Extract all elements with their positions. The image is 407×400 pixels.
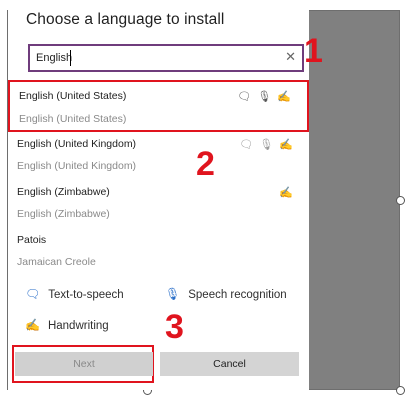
legend-text-to-speech: 🗨 Text-to-speech [25,287,124,301]
microphone-icon: 🎙 [165,287,181,301]
legend-label: Handwriting [47,320,109,332]
annotation-number-3: 3 [165,308,184,346]
language-item-english-uk[interactable]: English (United Kingdom) English (United… [8,136,309,182]
language-list[interactable]: English (United States) English (United … [8,80,309,272]
language-name: English (United States) [19,90,127,102]
legend-label: Speech recognition [188,289,287,301]
text-caret [70,50,71,66]
language-name: English (United Kingdom) [17,138,137,150]
language-native-name: English (United States) [19,113,127,125]
resize-handle-right[interactable] [396,196,405,205]
language-native-name: Jamaican Creole [17,256,96,268]
annotation-number-1: 1 [304,32,323,70]
language-native-name: English (United Kingdom) [17,160,137,172]
list-scroll-fade [8,268,309,274]
language-name: English (Zimbabwe) [17,186,110,198]
search-input[interactable] [36,49,276,67]
resize-handle-bottom-right[interactable] [396,386,405,395]
text-to-speech-icon: 🗨 [25,287,41,301]
clear-search-icon[interactable]: ✕ [285,49,296,65]
search-box[interactable]: ✕ [28,44,304,72]
language-feature-icons: 🗨🎙✍ [237,91,297,103]
language-item-english-zimbabwe[interactable]: English (Zimbabwe) English (Zimbabwe) ✍ [8,184,309,230]
legend-speech-recognition: 🎙 Speech recognition [165,287,287,301]
legend-handwriting: ✍ Handwriting [25,318,109,332]
language-name: Patois [17,234,47,246]
language-item-patois[interactable]: Patois Jamaican Creole [8,232,309,272]
next-button[interactable]: Next [15,352,153,376]
language-feature-icons: 🗨🎙✍ [239,139,299,151]
handwriting-icon: ✍ [25,318,40,332]
dialog-title: Choose a language to install [26,11,225,28]
legend-label: Text-to-speech [48,289,124,301]
language-native-name: English (Zimbabwe) [17,208,110,220]
cancel-button[interactable]: Cancel [160,352,299,376]
language-feature-icons: ✍ [279,187,299,199]
language-item-english-us[interactable]: English (United States) English (United … [8,80,309,132]
